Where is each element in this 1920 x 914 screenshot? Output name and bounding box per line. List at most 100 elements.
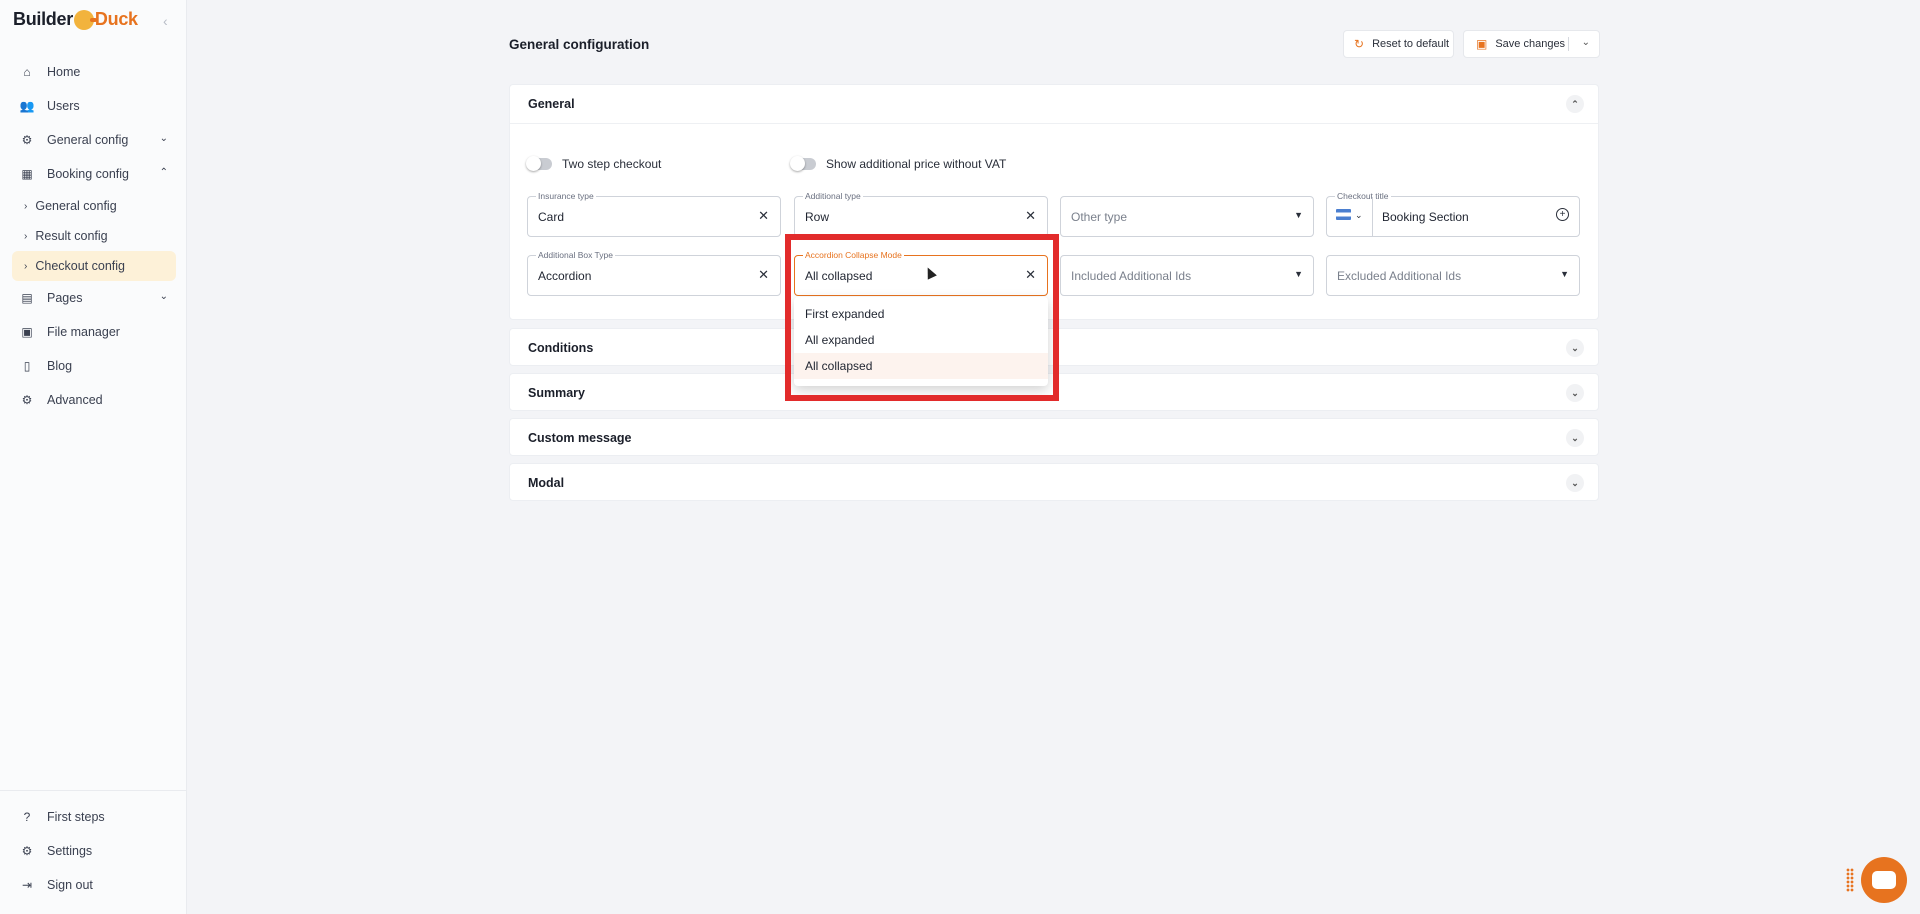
sidebar-item-general-config[interactable]: ⚙ General config ⌄ — [12, 123, 176, 157]
field-value[interactable]: Booking Section — [1382, 210, 1469, 224]
sidebar-item-label: Blog — [47, 359, 73, 373]
panel-title: Conditions — [528, 341, 594, 355]
chevron-down-icon: ⌄ — [159, 133, 168, 144]
clear-icon[interactable]: ✕ — [758, 208, 769, 224]
page-title: General configuration — [509, 37, 650, 52]
sidebar-item-first-steps[interactable]: ? First steps — [12, 800, 176, 834]
field-divider — [1372, 197, 1373, 236]
field-value: Row — [805, 210, 830, 224]
collapse-sidebar-icon[interactable]: ‹ — [163, 13, 168, 29]
sidebar-item-label: Sign out — [47, 878, 93, 892]
included-additional-ids-select[interactable]: Included Additional Ids ▼ — [1060, 255, 1314, 296]
sidebar-item-home[interactable]: ⌂ Home — [12, 55, 176, 89]
chevron-down-icon[interactable]: ⌄ — [1355, 210, 1363, 221]
sidebar-item-label: General config — [47, 133, 129, 147]
sidebar-item-label: Home — [47, 65, 81, 79]
sidebar-item-label: Booking config — [47, 167, 130, 181]
toggle-label: Show additional price without VAT — [826, 157, 1007, 171]
sidebar-item-pages[interactable]: ▤ Pages ⌄ — [12, 281, 176, 315]
chat-bubble-icon — [1872, 871, 1896, 889]
sidebar-nav: ⌂ Home 👥 Users ⚙ General config ⌄ ▦ Book… — [12, 55, 176, 417]
sidebar-item-label: Checkout config — [35, 259, 125, 273]
sidebar-item-label: File manager — [47, 325, 120, 339]
additional-type-select[interactable]: Additional type Row ✕ — [794, 190, 1048, 237]
sidebar-item-label: Advanced — [47, 393, 103, 407]
drag-handle-icon[interactable] — [1846, 868, 1854, 892]
caret-down-icon: ▼ — [1294, 210, 1303, 220]
users-icon: 👥 — [19, 99, 35, 113]
chat-widget-button[interactable] — [1861, 857, 1907, 903]
sidebar-item-label: Result config — [35, 229, 108, 243]
field-placeholder: Excluded Additional Ids — [1337, 269, 1462, 283]
two-step-checkout-toggle[interactable]: Two step checkout — [526, 156, 662, 171]
chevron-down-icon[interactable]: ⌄ — [1566, 384, 1584, 402]
home-icon: ⌂ — [23, 65, 31, 79]
clear-icon[interactable]: ✕ — [1025, 208, 1036, 224]
sidebar-item-sign-out[interactable]: ⇥ Sign out — [12, 868, 176, 902]
field-placeholder: Other type — [1071, 210, 1128, 224]
chevron-right-icon: › — [24, 260, 28, 272]
brand-text-builder: Builder — [13, 9, 73, 29]
chevron-down-icon[interactable]: ⌄ — [1582, 37, 1590, 48]
panel-title: General — [528, 97, 575, 111]
custom-message-panel[interactable]: Custom message ⌄ — [509, 418, 1599, 456]
custom-message-panel-header[interactable]: Custom message ⌄ — [510, 419, 1598, 457]
sidebar-item-file-manager[interactable]: ▣ File manager — [12, 315, 176, 349]
insurance-type-select[interactable]: Insurance type Card ✕ — [527, 190, 781, 237]
checkout-title-field[interactable]: Checkout title ⌄ Booking Section + — [1326, 190, 1580, 237]
show-price-without-vat-toggle[interactable]: Show additional price without VAT — [790, 156, 1007, 171]
field-placeholder: Included Additional Ids — [1071, 269, 1192, 283]
sidebar-item-users[interactable]: 👥 Users — [12, 89, 176, 123]
highlight-box — [785, 234, 1059, 401]
reset-icon: ↻ — [1354, 37, 1365, 51]
settings-icon: ⚙ — [21, 844, 33, 858]
toggle-switch[interactable] — [790, 156, 816, 171]
button-divider — [1568, 37, 1569, 51]
brand-logo[interactable]: Builder Duck — [13, 9, 138, 30]
sidebar-item-label: Users — [47, 99, 80, 113]
reset-label: Reset to default — [1372, 38, 1450, 50]
sidebar-subitem-general-config[interactable]: › General config — [12, 191, 176, 221]
chevron-down-icon[interactable]: ⌄ — [1566, 339, 1584, 357]
sidebar-item-label: Settings — [47, 844, 93, 858]
language-flag-icon[interactable] — [1336, 209, 1351, 220]
save-label: Save changes — [1495, 38, 1566, 50]
toggle-label: Two step checkout — [562, 157, 662, 171]
reset-to-default-button[interactable]: ↻ Reset to default — [1343, 30, 1454, 58]
sidebar-item-label: First steps — [47, 810, 105, 824]
toggle-switch[interactable] — [526, 156, 552, 171]
calendar-icon: ▦ — [21, 167, 33, 181]
modal-panel-header[interactable]: Modal ⌄ — [510, 464, 1598, 502]
add-translation-icon[interactable]: + — [1556, 208, 1569, 221]
excluded-additional-ids-select[interactable]: Excluded Additional Ids ▼ — [1326, 255, 1580, 296]
sidebar-subitem-result-config[interactable]: › Result config — [12, 221, 176, 251]
sidebar-item-advanced[interactable]: ⚙ Advanced — [12, 383, 176, 417]
general-panel-header[interactable]: General ⌃ — [510, 85, 1598, 123]
field-value: Accordion — [538, 269, 592, 283]
duck-icon — [73, 9, 97, 30]
field-value: Card — [538, 210, 565, 224]
gear-icon: ⚙ — [21, 133, 33, 147]
document-icon: ▯ — [23, 359, 31, 373]
save-changes-button[interactable]: ▣ Save changes ⌄ — [1463, 30, 1600, 58]
other-type-select[interactable]: Other type ▼ — [1060, 196, 1314, 237]
folder-icon: ▣ — [21, 325, 33, 339]
advanced-gear-icon: ⚙ — [21, 393, 33, 407]
panel-title: Summary — [528, 386, 585, 400]
sidebar-subitem-checkout-config[interactable]: › Checkout config — [12, 251, 176, 281]
pages-icon: ▤ — [21, 291, 33, 305]
sidebar-item-blog[interactable]: ▯ Blog — [12, 349, 176, 383]
chevron-down-icon: ⌄ — [159, 291, 168, 302]
sidebar-item-booking-config[interactable]: ▦ Booking config ⌃ — [12, 157, 176, 191]
additional-box-type-select[interactable]: Additional Box Type Accordion ✕ — [527, 249, 781, 296]
panel-divider — [510, 123, 1598, 124]
chevron-down-icon[interactable]: ⌄ — [1566, 474, 1584, 492]
field-label: Additional Box Type — [536, 249, 615, 261]
panel-title: Modal — [528, 476, 565, 490]
chevron-down-icon[interactable]: ⌄ — [1566, 429, 1584, 447]
clear-icon[interactable]: ✕ — [758, 267, 769, 283]
modal-panel[interactable]: Modal ⌄ — [509, 463, 1599, 501]
sidebar-item-settings[interactable]: ⚙ Settings — [12, 834, 176, 868]
chevron-up-icon[interactable]: ⌃ — [1566, 95, 1584, 113]
sidebar-divider — [0, 790, 187, 791]
